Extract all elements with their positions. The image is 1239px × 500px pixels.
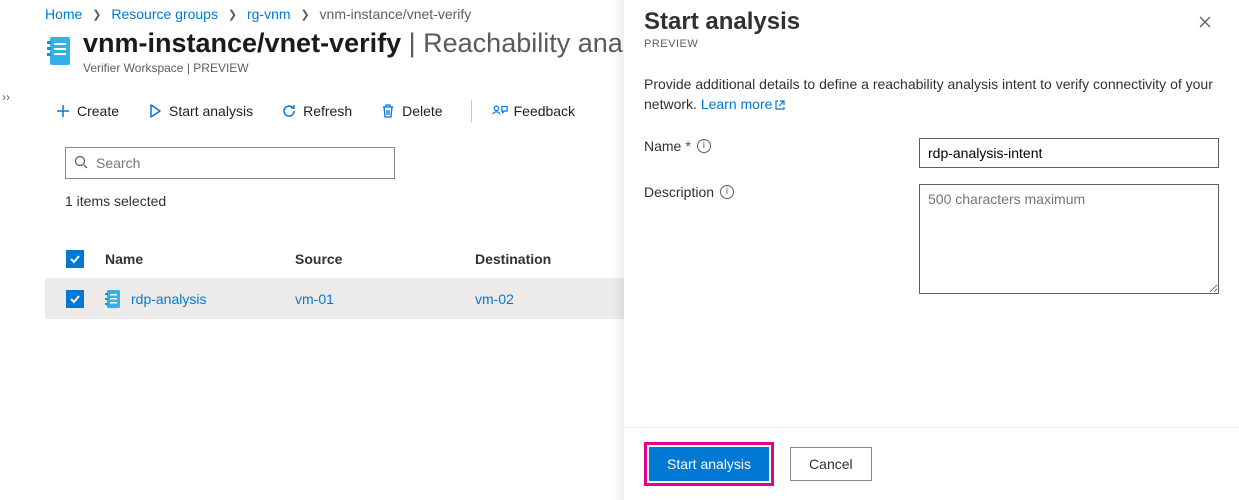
expand-chevron-icon[interactable]: ›› (2, 90, 10, 104)
page-subtitle: Verifier Workspace | PREVIEW (83, 61, 675, 75)
column-header-source[interactable]: Source (295, 251, 475, 267)
breadcrumb-current[interactable]: vnm-instance/vnet-verify (320, 6, 472, 22)
row-checkbox[interactable] (66, 290, 84, 308)
feedback-icon (492, 103, 508, 119)
start-analysis-panel: Start analysis PREVIEW Provide additiona… (624, 0, 1239, 500)
name-field[interactable] (919, 138, 1219, 168)
panel-subtitle: PREVIEW (644, 38, 800, 50)
close-button[interactable] (1191, 8, 1219, 36)
name-label: Name* i (644, 138, 919, 154)
chevron-right-icon: ❯ (294, 9, 315, 21)
source-link[interactable]: vm-01 (295, 291, 334, 307)
info-icon[interactable]: i (697, 139, 711, 153)
search-field[interactable] (94, 154, 386, 172)
search-icon (74, 155, 88, 172)
delete-button[interactable]: Delete (370, 95, 452, 127)
create-button[interactable]: Create (45, 95, 129, 127)
column-header-name[interactable]: Name (105, 251, 295, 267)
breadcrumb-home[interactable]: Home (45, 6, 82, 22)
info-icon[interactable]: i (720, 185, 734, 199)
chevron-right-icon: ❯ (86, 9, 107, 21)
start-analysis-button[interactable]: Start analysis (137, 95, 263, 127)
learn-more-link[interactable]: Learn more (701, 96, 787, 112)
workspace-icon (45, 34, 73, 68)
toolbar-divider (471, 100, 472, 122)
breadcrumb-rg[interactable]: rg-vnm (247, 6, 291, 22)
chevron-right-icon: ❯ (222, 9, 243, 21)
description-label: Description i (644, 184, 919, 200)
start-analysis-submit-button[interactable]: Start analysis (649, 447, 769, 481)
plus-icon (55, 103, 71, 119)
analysis-name-link[interactable]: rdp-analysis (131, 291, 206, 307)
breadcrumb-resource-groups[interactable]: Resource groups (111, 6, 218, 22)
play-icon (147, 103, 163, 119)
refresh-icon (281, 103, 297, 119)
external-link-icon (774, 99, 786, 111)
search-input[interactable] (65, 147, 395, 179)
highlight-frame: Start analysis (644, 442, 774, 486)
select-all-checkbox[interactable] (66, 250, 84, 268)
analysis-icon (105, 289, 121, 309)
panel-description: Provide additional details to define a r… (644, 74, 1219, 114)
trash-icon (380, 103, 396, 119)
panel-footer: Start analysis Cancel (624, 427, 1239, 500)
page-title: vnm-instance/vnet-verify | Reachability … (83, 28, 675, 59)
feedback-button[interactable]: Feedback (482, 95, 585, 127)
cancel-button[interactable]: Cancel (790, 447, 872, 481)
description-field[interactable] (919, 184, 1219, 294)
destination-link[interactable]: vm-02 (475, 291, 514, 307)
panel-title: Start analysis (644, 8, 800, 36)
refresh-button[interactable]: Refresh (271, 95, 362, 127)
close-icon (1198, 15, 1212, 29)
